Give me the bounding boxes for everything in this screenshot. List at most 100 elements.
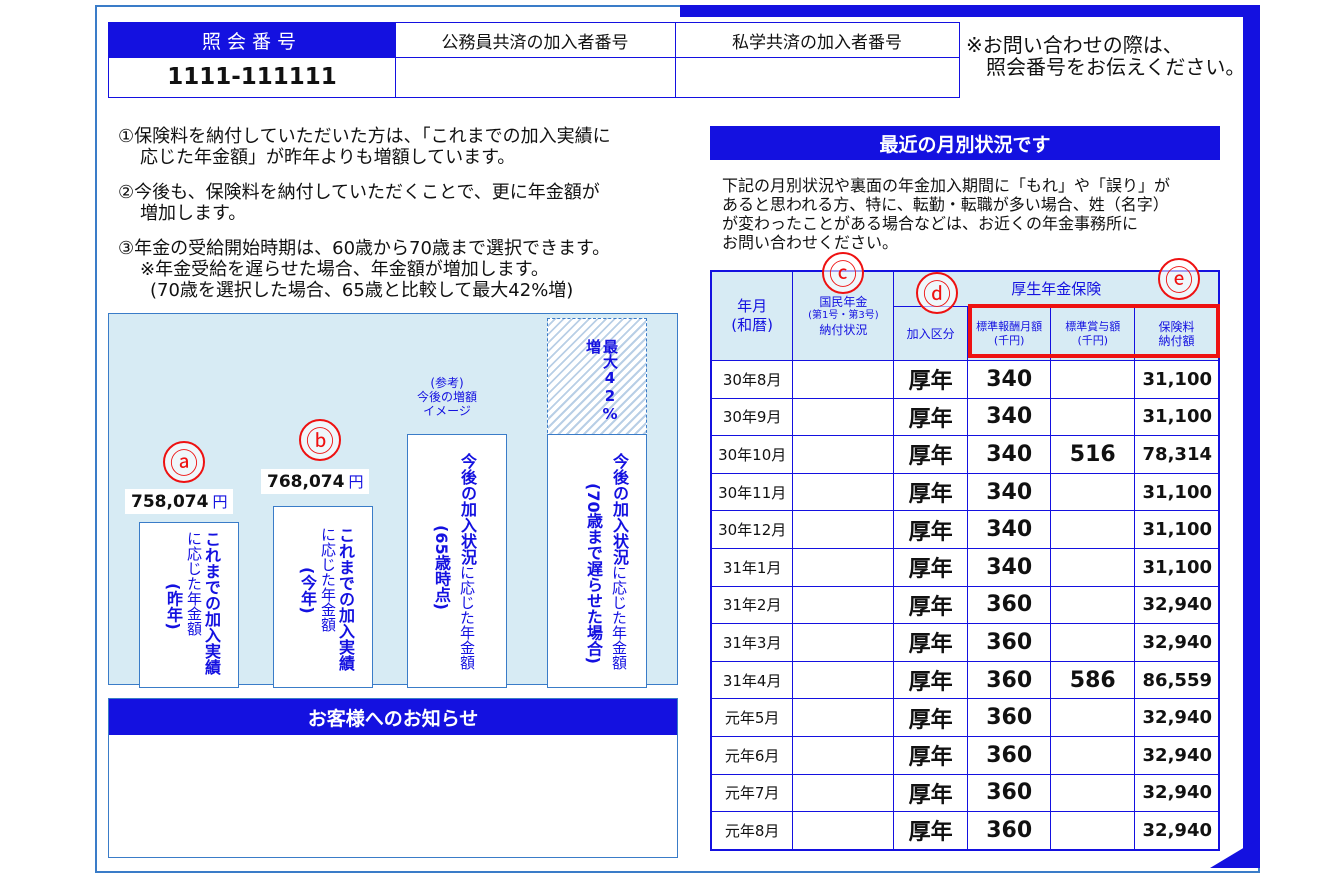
- bar-a: これまでの加入実績に応じた年金額 (昨年): [139, 522, 239, 688]
- month-cell: 元年5月: [710, 698, 794, 737]
- std-bonus-cell: [1050, 472, 1136, 512]
- national-status-cell: [792, 660, 895, 700]
- frame-top-accent: [680, 5, 1260, 17]
- month-cell: 30年12月: [710, 510, 794, 549]
- highlight-box: [968, 304, 1220, 358]
- national-status-cell: [792, 360, 895, 399]
- std-monthly-cell: 340: [966, 397, 1052, 437]
- national-status-cell: [792, 510, 895, 549]
- std-bonus-cell: [1050, 547, 1136, 587]
- table-row: 元年5月 厚年 360 32,940: [710, 698, 1219, 737]
- col-kubun: 加入区分: [893, 306, 968, 361]
- kubun-cell: 厚年: [893, 773, 968, 813]
- bar-d-increase-area: 最大42%増: [547, 318, 647, 438]
- month-cell: 31年3月: [710, 623, 794, 662]
- premium-cell: 32,940: [1134, 585, 1219, 625]
- bar-a-value: 758,074 円: [125, 489, 234, 514]
- kubun-cell: 厚年: [893, 811, 968, 850]
- national-status-cell: [792, 811, 895, 850]
- premium-cell: 31,100: [1134, 510, 1219, 549]
- inquiry-note: ※お問い合わせの際は、 照会番号をお伝えください。: [966, 33, 1246, 79]
- std-bonus-cell: [1050, 735, 1136, 775]
- table-row: 30年12月 厚年 340 31,100: [710, 510, 1219, 549]
- month-cell: 元年6月: [710, 735, 794, 775]
- customer-notice: お客様へのお知らせ: [108, 698, 678, 858]
- std-monthly-cell: 360: [966, 811, 1052, 850]
- std-monthly-cell: 360: [966, 660, 1052, 700]
- kubun-cell: 厚年: [893, 547, 968, 587]
- kubun-cell: 厚年: [893, 623, 968, 662]
- std-bonus-cell: [1050, 811, 1136, 850]
- month-cell: 31年2月: [710, 585, 794, 625]
- table-row: 30年8月 厚年 340 31,100: [710, 360, 1219, 399]
- premium-cell: 31,100: [1134, 472, 1219, 512]
- bar-b: これまでの加入実績に応じた年金額 (今年): [273, 506, 373, 688]
- bar-b-value: 768,074 円: [261, 469, 370, 494]
- premium-cell: 31,100: [1134, 547, 1219, 587]
- std-bonus-cell: [1050, 623, 1136, 662]
- pension-chart: ⓐ 758,074 円 これまでの加入実績に応じた年金額 (昨年) ⓑ 768,0…: [108, 313, 678, 688]
- private-school-label: 私学共済の加入者番号: [675, 23, 959, 58]
- kubun-cell: 厚年: [893, 585, 968, 625]
- national-status-cell: [792, 547, 895, 587]
- std-monthly-cell: 360: [966, 698, 1052, 737]
- col-month: 年月 (和暦): [710, 271, 794, 361]
- marker-c: ⓒ: [822, 252, 864, 294]
- std-monthly-cell: 340: [966, 472, 1052, 512]
- max-increase-label: 最大42%増: [584, 339, 619, 423]
- std-monthly-cell: 360: [966, 623, 1052, 662]
- table-row: 31年3月 厚年 360 32,940: [710, 623, 1219, 662]
- marker-b: ⓑ: [299, 419, 341, 461]
- premium-cell: 78,314: [1134, 435, 1219, 474]
- month-cell: 30年10月: [710, 435, 794, 474]
- bar-c-reference-label: (参考) 今後の増額 イメージ: [416, 376, 477, 418]
- table-row: 元年6月 厚年 360 32,940: [710, 735, 1219, 775]
- premium-cell: 32,940: [1134, 623, 1219, 662]
- std-monthly-cell: 340: [966, 547, 1052, 587]
- table-row: 元年7月 厚年 360 32,940: [710, 773, 1219, 813]
- std-bonus-cell: [1050, 360, 1136, 399]
- kubun-cell: 厚年: [893, 660, 968, 700]
- std-monthly-cell: 360: [966, 773, 1052, 813]
- std-monthly-cell: 360: [966, 585, 1052, 625]
- std-bonus-cell: [1050, 397, 1136, 437]
- premium-cell: 86,559: [1134, 660, 1219, 700]
- national-status-cell: [792, 698, 895, 737]
- frame-right-accent: [1243, 5, 1260, 865]
- national-status-cell: [792, 773, 895, 813]
- month-cell: 30年9月: [710, 397, 794, 437]
- table-row: 30年11月 厚年 340 31,100: [710, 472, 1219, 512]
- national-status-cell: [792, 585, 895, 625]
- premium-cell: 31,100: [1134, 360, 1219, 399]
- table-row: 30年9月 厚年 340 31,100: [710, 397, 1219, 437]
- monthly-title: 最近の月別状況です: [710, 126, 1220, 160]
- table-row: 31年4月 厚年 360 586 86,559: [710, 660, 1219, 700]
- premium-cell: 32,940: [1134, 735, 1219, 775]
- reference-header: 照会番号: [109, 23, 396, 58]
- national-status-cell: [792, 472, 895, 512]
- info-text: ①保険料を納付していただいた方は、「これまでの加入実績に 応じた年金額」が昨年よ…: [118, 126, 611, 301]
- month-cell: 元年8月: [710, 811, 794, 850]
- table-row: 31年1月 厚年 340 31,100: [710, 547, 1219, 587]
- month-cell: 30年8月: [710, 360, 794, 399]
- national-status-cell: [792, 397, 895, 437]
- month-cell: 30年11月: [710, 472, 794, 512]
- std-bonus-cell: [1050, 510, 1136, 549]
- table-row: 元年8月 厚年 360 32,940: [710, 811, 1219, 850]
- marker-e: ⓔ: [1158, 258, 1200, 300]
- premium-cell: 32,940: [1134, 773, 1219, 813]
- std-bonus-cell: 516: [1050, 435, 1136, 474]
- marker-d: ⓓ: [916, 272, 958, 314]
- kubun-cell: 厚年: [893, 397, 968, 437]
- private-school-field: [675, 57, 959, 97]
- std-monthly-cell: 340: [966, 435, 1052, 474]
- premium-cell: 32,940: [1134, 811, 1219, 850]
- public-servant-label: 公務員共済の加入者番号: [395, 23, 676, 58]
- notice-title: お客様へのお知らせ: [109, 699, 677, 735]
- kubun-cell: 厚年: [893, 472, 968, 512]
- std-monthly-cell: 360: [966, 735, 1052, 775]
- kubun-cell: 厚年: [893, 360, 968, 399]
- bar-c: 今後の加入状況に応じた年金額 (65歳時点): [407, 434, 507, 688]
- premium-cell: 31,100: [1134, 397, 1219, 437]
- std-bonus-cell: [1050, 773, 1136, 813]
